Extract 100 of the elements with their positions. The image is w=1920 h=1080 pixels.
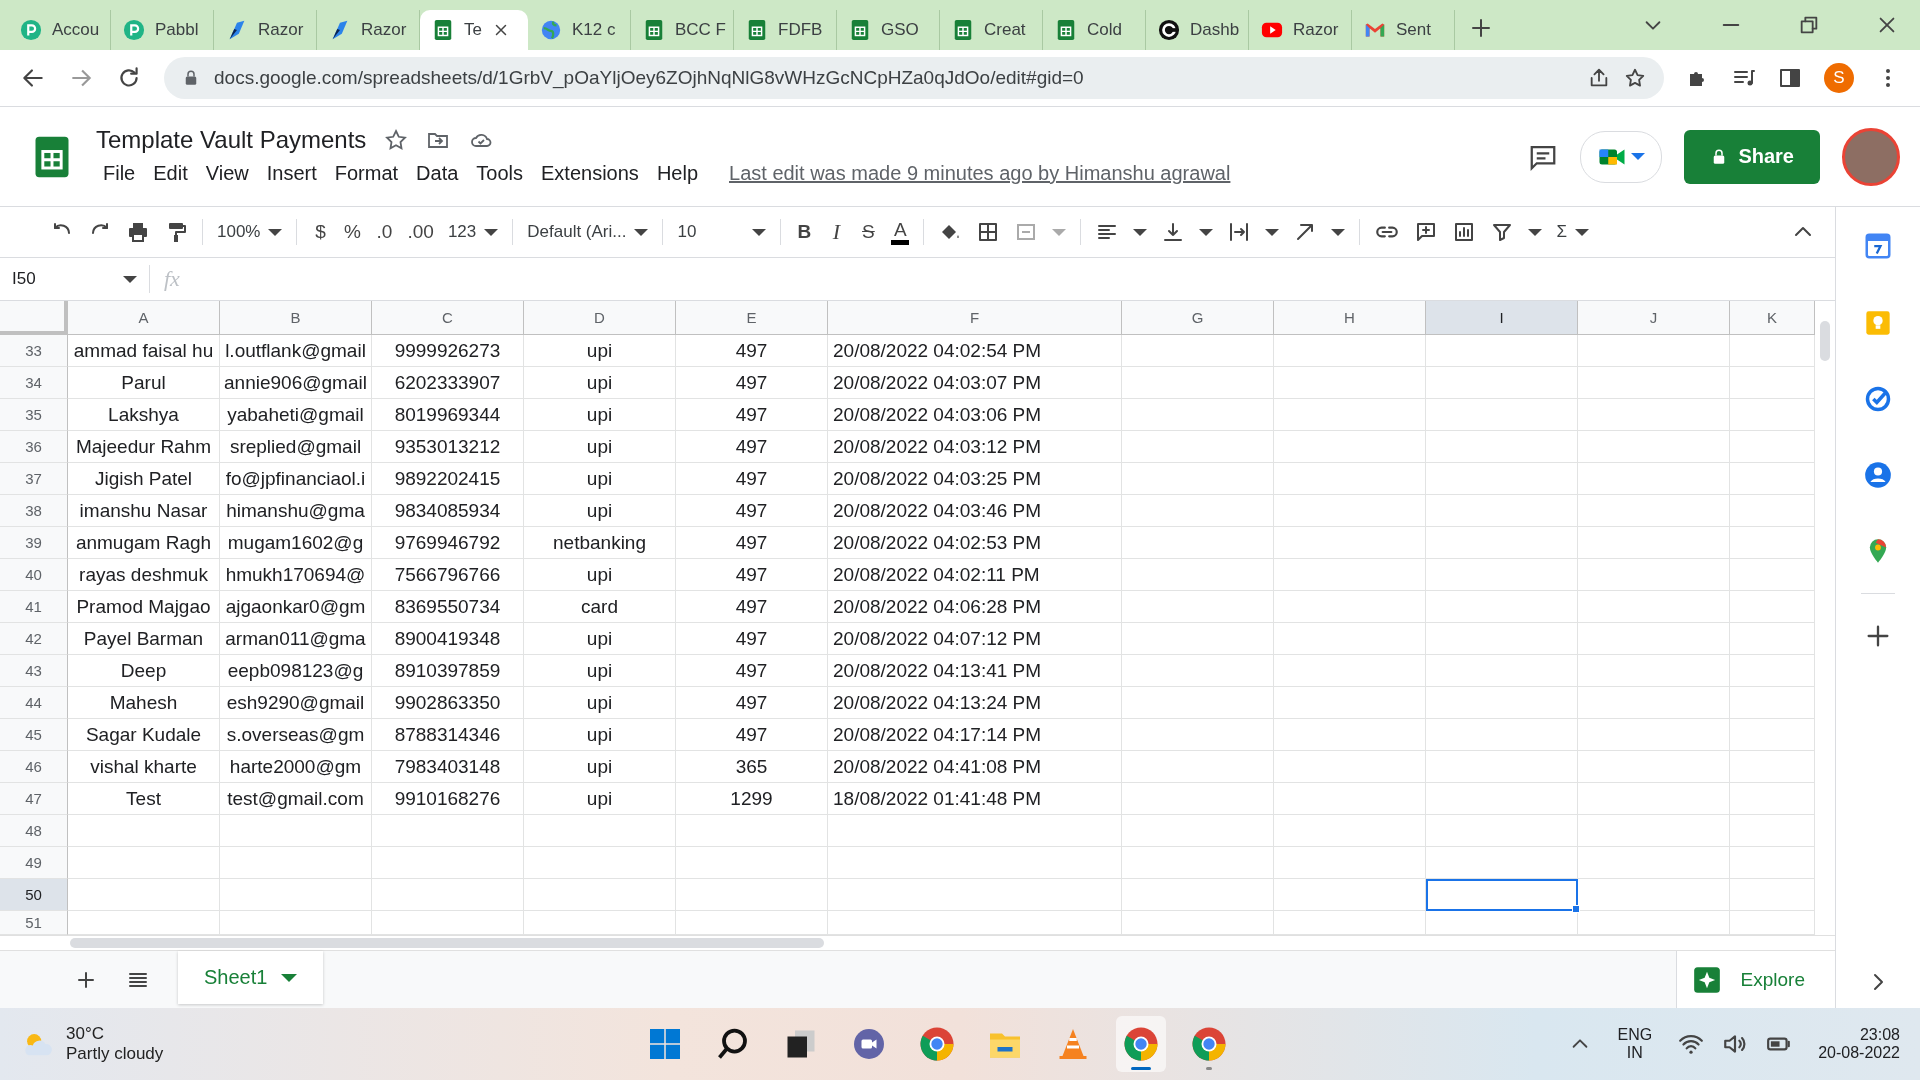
language-indicator[interactable]: ENG IN — [1617, 1026, 1653, 1062]
menu-item[interactable]: Tools — [469, 160, 531, 187]
font-dropdown[interactable]: Default (Ari... — [527, 222, 649, 242]
clock[interactable]: 23:08 20-08-2022 — [1818, 1026, 1900, 1062]
chat-camera-icon — [851, 1026, 887, 1062]
table-cell: 9999926273 — [372, 335, 524, 367]
caret-icon[interactable] — [1265, 228, 1280, 236]
explore-button[interactable]: Explore — [1675, 951, 1835, 1008]
table-cell: card — [524, 591, 676, 623]
row-number[interactable]: 50 — [0, 879, 68, 911]
column-header[interactable]: H — [1274, 301, 1426, 335]
address-bar[interactable]: docs.google.com/spreadsheets/d/1GrbV_pOaYljOey6ZOjhNqNlG8vWHzGcNCpHZa0qJdOo/edit#gid=0 — [164, 57, 1664, 99]
table-cell: 8019969344 — [372, 399, 524, 431]
table-cell: netbanking — [524, 527, 676, 559]
browser-tab[interactable]: Te — [420, 10, 528, 50]
menu-item[interactable]: Data — [409, 160, 466, 187]
star-outline-icon[interactable] — [1624, 67, 1646, 89]
percent-button[interactable]: % — [343, 221, 362, 243]
meet-button[interactable] — [1580, 130, 1663, 183]
restore-icon[interactable] — [1798, 14, 1820, 36]
row-number[interactable]: 47 — [0, 783, 68, 815]
table-cell: upi — [524, 495, 676, 527]
caret-icon[interactable] — [1331, 228, 1346, 236]
row-number[interactable]: 43 — [0, 655, 68, 687]
row-number[interactable]: 37 — [0, 463, 68, 495]
row-number[interactable]: 39 — [0, 527, 68, 559]
caret-icon[interactable] — [1199, 228, 1214, 236]
menu-item[interactable]: Insert — [259, 160, 324, 187]
column-header[interactable]: J — [1578, 301, 1730, 335]
row-number[interactable]: 48 — [0, 815, 68, 847]
column-header[interactable]: G — [1122, 301, 1274, 335]
functions-dropdown[interactable]: Σ — [1556, 222, 1589, 242]
selected-cell[interactable] — [1426, 879, 1578, 911]
share-arrow-icon[interactable] — [1588, 67, 1610, 89]
last-edit-link[interactable]: Last edit was made 9 minutes ago by Himanshu agrawal — [729, 162, 1231, 185]
star-outline-icon[interactable] — [384, 128, 409, 152]
row-number[interactable]: 42 — [0, 623, 68, 655]
row-number[interactable]: 41 — [0, 591, 68, 623]
column-header[interactable]: K — [1730, 301, 1815, 335]
menu-item[interactable]: File — [96, 160, 143, 187]
column-header[interactable]: I — [1426, 301, 1578, 335]
caret-icon[interactable] — [1133, 228, 1148, 236]
check-circle-icon[interactable] — [1864, 385, 1892, 413]
menu-item[interactable]: Extensions — [534, 160, 646, 187]
strikethrough-button[interactable]: S — [859, 221, 878, 243]
fx-label: fx — [163, 266, 181, 292]
table-cell: anmugam Ragh — [68, 527, 220, 559]
font-size-dropdown[interactable]: 10 — [677, 222, 767, 242]
sheet-tab[interactable]: Sheet1 — [178, 951, 324, 1004]
row-number[interactable]: 36 — [0, 431, 68, 463]
menu-item[interactable]: View — [198, 160, 256, 187]
user-avatar[interactable] — [1842, 127, 1900, 186]
number-format-dropdown[interactable]: 123 — [447, 222, 499, 242]
row-number[interactable]: 49 — [0, 847, 68, 879]
row-number[interactable]: 35 — [0, 399, 68, 431]
zoom-dropdown[interactable]: 100% — [217, 222, 283, 242]
column-header[interactable]: E — [676, 301, 828, 335]
printer-icon[interactable] — [126, 220, 150, 244]
table-cell: 20/08/2022 04:13:41 PM — [828, 655, 1122, 687]
column-header[interactable]: C — [372, 301, 524, 335]
row-number[interactable]: 38 — [0, 495, 68, 527]
document-title[interactable]: Template Vault Payments — [96, 126, 367, 154]
table-cell: upi — [524, 655, 676, 687]
row-number[interactable]: 34 — [0, 367, 68, 399]
table-cell: 497 — [676, 399, 828, 431]
person-circle-icon[interactable] — [1864, 461, 1892, 489]
plus-icon[interactable] — [1469, 16, 1493, 40]
row-number[interactable]: 45 — [0, 719, 68, 751]
caret-icon[interactable] — [1528, 228, 1543, 236]
bold-button[interactable]: B — [795, 221, 814, 243]
column-header[interactable]: D — [524, 301, 676, 335]
italic-button[interactable]: I — [827, 219, 846, 245]
column-header[interactable]: A — [68, 301, 220, 335]
share-button[interactable]: Share — [1684, 129, 1820, 184]
table-cell: Pramod Majgao — [68, 591, 220, 623]
sheets-icon — [849, 19, 871, 41]
row-number[interactable]: 40 — [0, 559, 68, 591]
row-number[interactable]: 44 — [0, 687, 68, 719]
increase-decimals-button[interactable]: .00 — [407, 221, 434, 243]
side-panel-icon[interactable] — [1778, 66, 1802, 90]
table-cell: 365 — [676, 751, 828, 783]
table-cell: harte2000@gm — [220, 751, 372, 783]
text-color-button[interactable]: A — [891, 219, 910, 245]
column-header[interactable]: B — [220, 301, 372, 335]
horizontal-scrollbar-thumb[interactable] — [70, 938, 824, 948]
row-number[interactable]: 33 — [0, 335, 68, 367]
table-cell: 497 — [676, 687, 828, 719]
table-cell: 20/08/2022 04:17:14 PM — [828, 719, 1122, 751]
decrease-decimals-button[interactable]: .0 — [375, 221, 394, 243]
table-cell: 20/08/2022 04:07:12 PM — [828, 623, 1122, 655]
calendar-icon[interactable] — [1863, 231, 1893, 261]
table-cell: upi — [524, 335, 676, 367]
row-number[interactable]: 46 — [0, 751, 68, 783]
menu-item[interactable]: Edit — [146, 160, 195, 187]
menu-item[interactable]: Format — [327, 160, 406, 187]
currency-button[interactable]: $ — [311, 221, 330, 243]
column-header[interactable]: F — [828, 301, 1122, 335]
menu-item[interactable]: Help — [649, 160, 705, 187]
name-box[interactable]: I50 — [0, 265, 150, 293]
row-number[interactable]: 51 — [0, 911, 68, 935]
